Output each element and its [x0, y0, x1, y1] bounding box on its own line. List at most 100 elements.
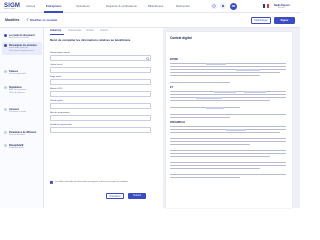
step-recapitulatif[interactable]: Récapitulatif Vérification finale	[2, 142, 42, 151]
bell-icon[interactable]	[220, 3, 226, 9]
tab-cedant[interactable]: Cédant (e)	[50, 30, 61, 32]
step-signataires[interactable]: Signataires Ajout des signataires Ordre …	[2, 84, 42, 96]
nav-item-registres[interactable]: Registres & certifications	[106, 4, 137, 8]
nav-item-bibliotheque[interactable]: Bibliothèque	[148, 4, 163, 8]
nav-item-referentiel[interactable]: Référentiel	[176, 4, 190, 8]
previous-button[interactable]: Précédent	[106, 193, 124, 199]
checkbox-label: Je certifie l'exactitude des information…	[55, 180, 129, 183]
text-line	[170, 69, 286, 71]
step-clauses[interactable]: Clauses Clauses optionnelles	[2, 68, 42, 77]
top-navigation: SIGM logiciel juridique Accueil Entrepri…	[0, 0, 300, 13]
form-heading: Merci de compléter les informations rela…	[50, 38, 131, 42]
text-line	[170, 138, 286, 140]
text-line	[170, 97, 286, 99]
nav-item-entreprises[interactable]: Entreprises	[46, 4, 61, 8]
placeholder-field	[206, 62, 226, 65]
placeholder-field	[206, 106, 224, 109]
field-label: Nom du représentant	[50, 112, 70, 114]
text-line	[170, 162, 286, 164]
next-button[interactable]: Suivant	[128, 193, 146, 199]
placeholder-field	[236, 68, 260, 71]
step-subtitle: Clauses optionnelles	[9, 72, 27, 75]
field-label: Siège social	[50, 76, 62, 78]
page-title: Modèles	[5, 18, 20, 22]
tab-active-indicator	[50, 34, 64, 35]
text-line	[170, 165, 286, 167]
text-line	[170, 153, 286, 155]
modify-template-link[interactable]: Modifier ce modèle	[30, 18, 57, 22]
step-indicator	[4, 44, 7, 47]
capital-input[interactable]	[50, 67, 151, 73]
step-subtitle: Informations complémentaires	[9, 49, 35, 52]
step-subtitle: Documents à joindre	[9, 110, 27, 113]
tab-societe[interactable]: Société	[86, 30, 94, 32]
denomination-input[interactable]	[50, 55, 151, 61]
step-subtitle: Envoi du document	[9, 133, 26, 136]
tab-cessionnaire[interactable]: Cessionnaire	[68, 30, 81, 32]
tab-cession[interactable]: Cession	[100, 30, 108, 32]
placeholder-field	[214, 90, 236, 93]
text-line	[170, 174, 286, 176]
text-line	[170, 156, 270, 158]
avatar[interactable]: NS	[230, 3, 237, 10]
text-line	[170, 94, 286, 96]
nav-item-accueil[interactable]: Accueil	[26, 4, 35, 8]
download-button[interactable]: Télécharger	[251, 17, 271, 24]
document-title: Contrat digital	[170, 36, 192, 40]
certify-checkbox[interactable]	[50, 181, 53, 184]
qualite-input[interactable]	[50, 127, 151, 133]
app-logo-subtitle: logiciel juridique	[4, 9, 16, 10]
text-line	[170, 126, 286, 128]
step-annexes[interactable]: Annexes Documents à joindre	[2, 106, 42, 115]
placeholder-field	[196, 96, 222, 99]
step-subtitle: Identification du modèle	[9, 36, 29, 39]
steps-sidebar: Le mode du document Identification du mo…	[0, 28, 44, 208]
section-et: ET	[170, 86, 174, 89]
text-line	[170, 168, 260, 170]
sign-button[interactable]: Signer	[274, 17, 295, 24]
field-label: Qualité du représentant	[50, 124, 72, 126]
step-indicator	[4, 131, 7, 134]
nav-item-operations[interactable]: Opérations	[76, 4, 90, 8]
text-line	[170, 150, 286, 152]
step-mode-document[interactable]: Le mode du document Identification du mo…	[2, 32, 42, 41]
text-line	[170, 100, 270, 102]
rcs-input[interactable]	[50, 91, 151, 97]
text-line	[170, 117, 230, 119]
step-renseignez-donnees[interactable]: Renseignez les données Informations géné…	[2, 42, 42, 55]
text-line	[170, 132, 280, 134]
field-label: Capital social	[50, 64, 63, 66]
page-header: Modèles Modifier ce modèle Télécharger S…	[0, 13, 300, 28]
section-preambule: PRÉAMBULE	[170, 121, 186, 124]
field-label: Dénomination sociale	[50, 52, 70, 54]
text-line	[170, 141, 286, 143]
step-subtitle: Vérification finale	[9, 146, 24, 149]
arrow-left-icon[interactable]	[26, 18, 29, 22]
text-line	[170, 107, 240, 109]
representant-input[interactable]	[50, 115, 151, 121]
field-label: Numéro RCS	[50, 88, 63, 90]
text-line	[170, 63, 286, 65]
text-line	[170, 114, 286, 116]
step-indicator	[4, 86, 7, 89]
field-label: Ville du greffe	[50, 100, 63, 102]
flag-icon	[263, 4, 269, 8]
text-line	[170, 82, 230, 84]
document-preview: Contrat digital ENTRE ET PRÉAMBULE	[166, 32, 292, 208]
search-icon[interactable]	[145, 56, 150, 61]
step-indicator	[4, 108, 7, 111]
step-diffusion[interactable]: Paramètres de diffusion Envoi du documen…	[2, 129, 42, 138]
step-indicator	[4, 34, 7, 37]
text-line	[170, 177, 240, 179]
siege-input[interactable]	[50, 79, 151, 85]
step-subtitle: Informations générales	[9, 46, 29, 49]
text-line	[170, 144, 250, 146]
help-icon[interactable]	[211, 3, 217, 9]
section-entre: ENTRE	[170, 58, 179, 61]
step-subtitle: Ordre de signature	[9, 91, 25, 94]
placeholder-field	[226, 128, 246, 131]
greffe-input[interactable]	[50, 103, 151, 109]
text-line	[170, 75, 260, 77]
text-line	[170, 72, 280, 74]
user-role: Avocate	[278, 7, 285, 9]
